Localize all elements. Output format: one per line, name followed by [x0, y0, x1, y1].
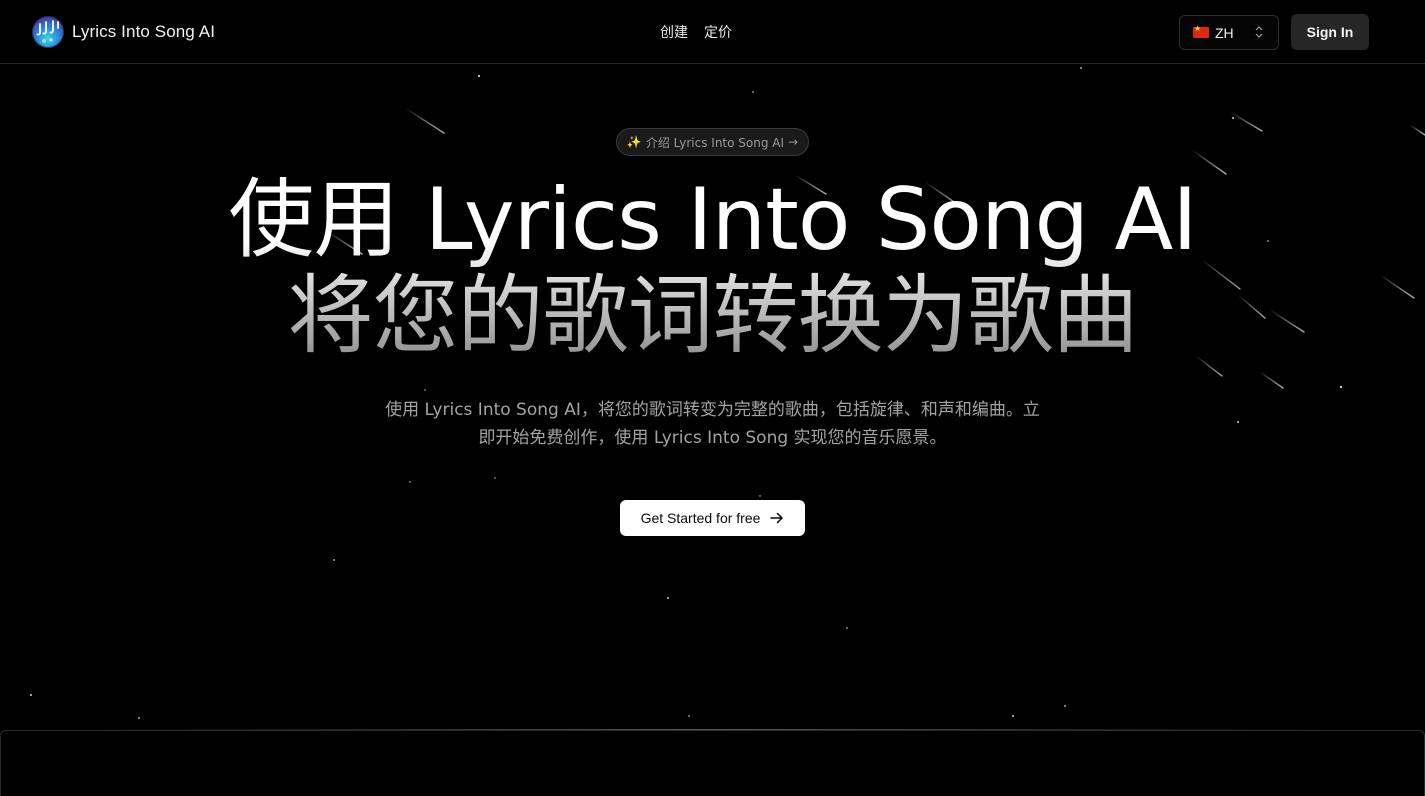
nav-link-pricing[interactable]: 定价: [704, 22, 732, 42]
stars: [30, 67, 1343, 719]
arrow-right-icon: [770, 512, 784, 524]
language-select[interactable]: ZH: [1179, 15, 1279, 50]
intro-badge-link[interactable]: ✨ 介绍 Lyrics Into Song AI →: [616, 128, 809, 156]
intro-badge-text: 介绍 Lyrics Into Song AI: [645, 135, 785, 150]
brand-home-link[interactable]: Lyrics Into Song AI: [32, 16, 215, 48]
product-preview-frame: [0, 730, 1425, 796]
china-flag-icon: [1193, 24, 1209, 38]
get-started-label: Get Started for free: [640, 510, 761, 526]
chevron-up-down-icon: [1255, 26, 1263, 38]
music-notes-logo-icon: [32, 16, 64, 48]
language-code: ZH: [1215, 24, 1234, 41]
sparkles-icon: ✨: [626, 135, 642, 149]
main-nav: 创建 定价: [660, 22, 732, 42]
sign-in-button[interactable]: Sign In: [1291, 14, 1369, 50]
top-navbar: Lyrics Into Song AI 创建 定价 ZH Sign In: [0, 0, 1425, 64]
hero-title-line-1: 使用 Lyrics Into Song AI: [228, 170, 1197, 270]
landing-page: Lyrics Into Song AI 创建 定价 ZH Sign In ✨ 介…: [0, 0, 1425, 796]
brand-name: Lyrics Into Song AI: [72, 22, 216, 41]
hero-subtitle: 使用 Lyrics Into Song AI，将您的歌词转变为完整的歌曲，包括旋…: [385, 400, 1040, 448]
hero-title-line-2: 将您的歌词转换为歌曲: [287, 266, 1138, 366]
hero-title: 使用 Lyrics Into Song AI 将您的歌词转换为歌曲: [0, 172, 1425, 364]
arrow-right-icon: →: [788, 135, 799, 149]
nav-link-create[interactable]: 创建: [660, 22, 688, 42]
get-started-button[interactable]: Get Started for free: [620, 500, 805, 536]
